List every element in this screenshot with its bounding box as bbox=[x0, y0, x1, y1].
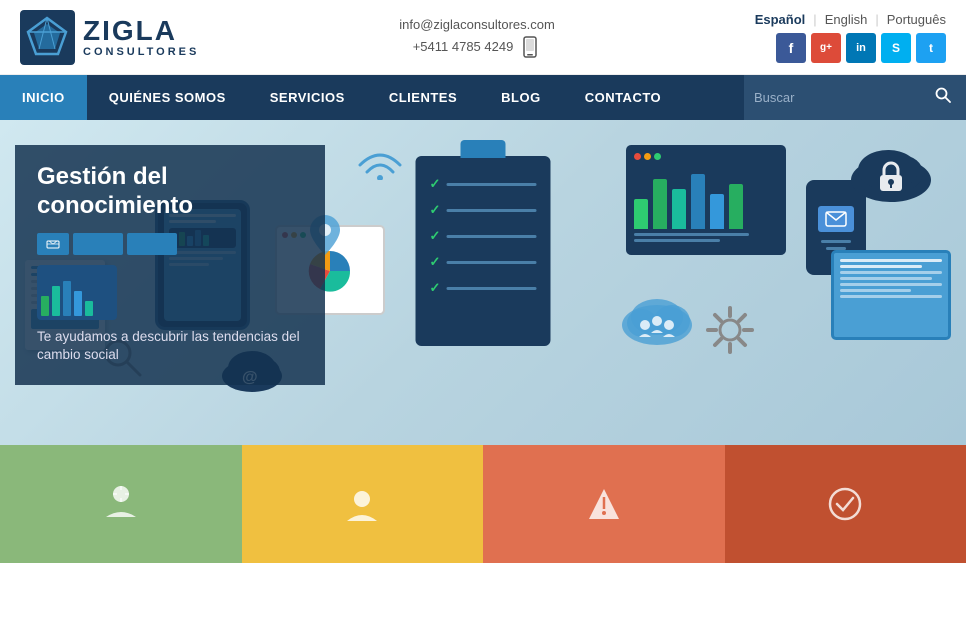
nav-items: INICIO QUIÉNES SOMOS SERVICIOS CLIENTES … bbox=[0, 75, 744, 120]
nav-clientes[interactable]: CLIENTES bbox=[367, 75, 479, 120]
gear-illustration bbox=[700, 300, 760, 365]
card-1 bbox=[0, 445, 242, 563]
facebook-button[interactable]: f bbox=[776, 33, 806, 63]
lang-social-area: Español | English | Português f g+ in S … bbox=[755, 12, 946, 63]
language-row: Español | English | Português bbox=[755, 12, 946, 27]
card-4 bbox=[725, 445, 966, 563]
nav-blog[interactable]: BLOG bbox=[479, 75, 563, 120]
lang-es[interactable]: Español bbox=[755, 12, 806, 27]
lang-en[interactable]: English bbox=[825, 12, 868, 27]
search-bar bbox=[744, 75, 966, 120]
main-navigation: INICIO QUIÉNES SOMOS SERVICIOS CLIENTES … bbox=[0, 75, 966, 120]
brand-logo-icon bbox=[20, 10, 75, 65]
mobile-icon bbox=[519, 36, 541, 58]
contact-area: info@ziglaconsultores.com +5411 4785 424… bbox=[399, 17, 555, 58]
teal-device-illustration bbox=[831, 250, 951, 340]
people-cloud-illustration bbox=[620, 285, 695, 355]
twitter-button[interactable]: t bbox=[916, 33, 946, 63]
skype-button[interactable]: S bbox=[881, 33, 911, 63]
lang-pt[interactable]: Português bbox=[887, 12, 946, 27]
contact-phone-row: +5411 4785 4249 bbox=[413, 36, 542, 58]
hero-background: Gestión del conocimiento Te ayudamos a d… bbox=[0, 120, 966, 445]
contact-phone: +5411 4785 4249 bbox=[413, 39, 514, 54]
hero-section: Gestión del conocimiento Te ayudamos a d… bbox=[0, 120, 966, 445]
card-3 bbox=[483, 445, 725, 563]
nav-servicios[interactable]: SERVICIOS bbox=[248, 75, 367, 120]
nav-inicio[interactable]: INICIO bbox=[0, 75, 87, 120]
card-2 bbox=[242, 445, 484, 563]
brand-name: ZIGLA CONSULTORES bbox=[83, 16, 199, 59]
brand-name-main: ZIGLA bbox=[83, 16, 199, 47]
card-2-icon bbox=[337, 479, 387, 529]
top-bar: ZIGLA CONSULTORES info@ziglaconsultores.… bbox=[0, 0, 966, 75]
monitor-illustration bbox=[626, 145, 786, 255]
logo-area: ZIGLA CONSULTORES bbox=[20, 10, 199, 65]
search-button[interactable] bbox=[930, 87, 956, 108]
nav-contacto[interactable]: CONTACTO bbox=[563, 75, 683, 120]
search-input[interactable] bbox=[754, 90, 930, 105]
brand-name-sub: CONSULTORES bbox=[83, 46, 199, 58]
search-icon bbox=[935, 87, 951, 103]
card-4-icon bbox=[820, 479, 870, 529]
nav-quienes-somos[interactable]: QUIÉNES SOMOS bbox=[87, 75, 248, 120]
card-3-icon bbox=[579, 479, 629, 529]
contact-email: info@ziglaconsultores.com bbox=[399, 17, 555, 32]
hero-title: Gestión del conocimiento bbox=[37, 163, 303, 221]
card-1-icon bbox=[96, 479, 146, 529]
wifi-illustration bbox=[355, 140, 405, 185]
clipboard-illustration: ✓ ✓ ✓ ✓ ✓ bbox=[416, 140, 551, 346]
hero-subtitle: Te ayudamos a descubrir las tendencias d… bbox=[37, 328, 303, 366]
cloud-lock-illustration bbox=[846, 135, 936, 210]
hero-text-overlay: Gestión del conocimiento Te ayudamos a d… bbox=[15, 145, 325, 385]
social-links: f g+ in S t bbox=[776, 33, 946, 63]
linkedin-button[interactable]: in bbox=[846, 33, 876, 63]
bottom-cards-row bbox=[0, 445, 966, 563]
googleplus-button[interactable]: g+ bbox=[811, 33, 841, 63]
